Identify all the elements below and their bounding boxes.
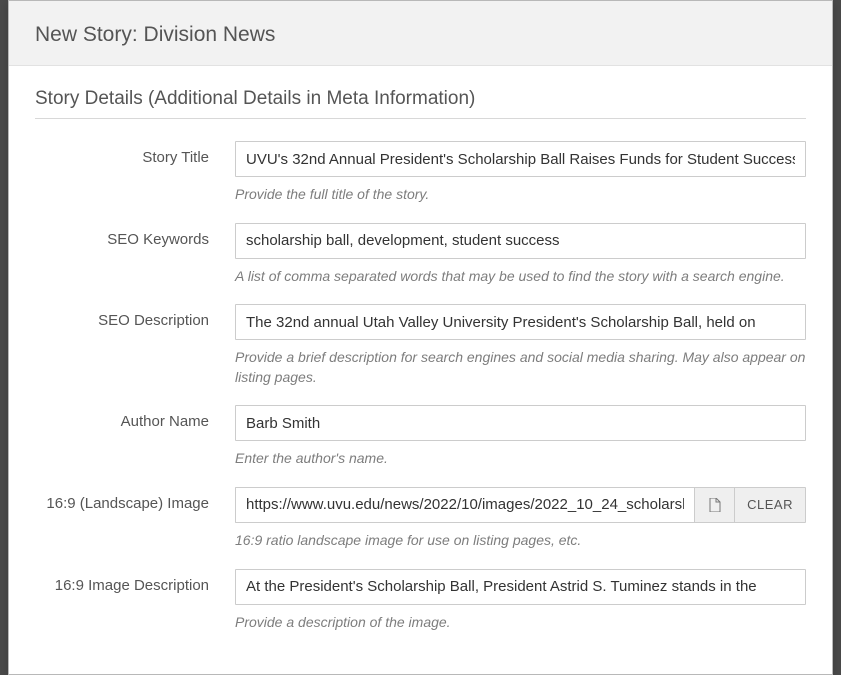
story-title-input[interactable] [235,141,806,177]
help-image-description: Provide a description of the image. [235,613,806,633]
help-landscape-image: 16:9 ratio landscape image for use on li… [235,531,806,551]
browse-file-button[interactable] [694,487,734,523]
row-landscape-image: 16:9 (Landscape) Image CLEAR 16:9 ratio … [35,487,806,551]
modal-title: New Story: Division News [35,23,806,47]
landscape-image-group: CLEAR [235,487,806,523]
label-author-name: Author Name [35,405,235,430]
help-story-title: Provide the full title of the story. [235,185,806,205]
row-seo-description: SEO Description Provide a brief descript… [35,304,806,387]
seo-description-input[interactable] [235,304,806,340]
row-author-name: Author Name Enter the author's name. [35,405,806,469]
author-name-input[interactable] [235,405,806,441]
label-seo-keywords: SEO Keywords [35,223,235,248]
image-description-input[interactable] [235,569,806,605]
clear-image-button[interactable]: CLEAR [734,487,806,523]
row-image-description: 16:9 Image Description Provide a descrip… [35,569,806,633]
help-author-name: Enter the author's name. [235,449,806,469]
label-landscape-image: 16:9 (Landscape) Image [35,487,235,512]
label-seo-description: SEO Description [35,304,235,329]
help-seo-keywords: A list of comma separated words that may… [235,267,806,287]
label-story-title: Story Title [35,141,235,166]
modal-body: Story Details (Additional Details in Met… [9,66,832,674]
seo-keywords-input[interactable] [235,223,806,259]
section-title: Story Details (Additional Details in Met… [35,88,806,119]
help-seo-description: Provide a brief description for search e… [235,348,806,387]
row-seo-keywords: SEO Keywords A list of comma separated w… [35,223,806,287]
landscape-image-input[interactable] [235,487,694,523]
row-story-title: Story Title Provide the full title of th… [35,141,806,205]
modal-header: New Story: Division News [9,1,832,66]
file-icon [709,498,721,512]
label-image-description: 16:9 Image Description [35,569,235,594]
new-story-modal: New Story: Division News Story Details (… [8,0,833,675]
